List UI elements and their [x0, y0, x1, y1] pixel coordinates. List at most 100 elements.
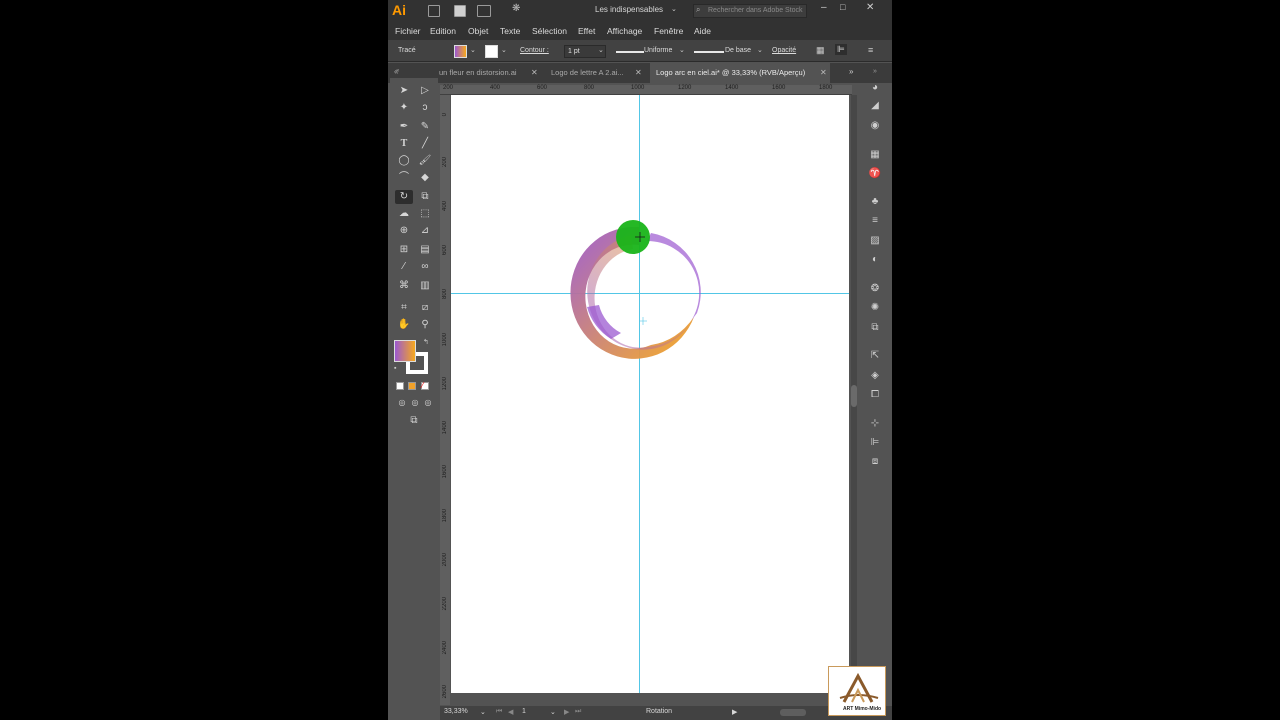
- collapse-dock-icon[interactable]: »: [873, 68, 877, 75]
- menu-fenetre[interactable]: Fenêtre: [654, 26, 683, 36]
- export-icon[interactable]: ⇱: [868, 350, 882, 362]
- rotate-icon[interactable]: ↻: [395, 190, 413, 204]
- brush-label[interactable]: De base: [725, 47, 751, 54]
- minimize-icon[interactable]: –: [821, 2, 827, 13]
- fill-color-swatch[interactable]: [394, 340, 416, 362]
- warp-icon[interactable]: ☁: [396, 207, 412, 221]
- close-icon[interactable]: ✕: [866, 2, 874, 13]
- transparency-icon[interactable]: ◐: [868, 254, 882, 266]
- eraser-icon[interactable]: ◆: [417, 171, 433, 185]
- mesh-icon[interactable]: ⊞: [396, 243, 412, 257]
- menu-selection[interactable]: Sélection: [532, 26, 567, 36]
- close-tab-icon[interactable]: ✕: [635, 68, 642, 77]
- chevron-down-icon[interactable]: ⌄: [598, 46, 604, 54]
- graph-icon[interactable]: ▥: [417, 279, 433, 293]
- tabs-overflow-icon[interactable]: »: [849, 67, 853, 76]
- menu-affichage[interactable]: Affichage: [607, 26, 642, 36]
- brushes-icon[interactable]: ♈: [868, 168, 882, 180]
- gradient-mode-icon[interactable]: [408, 382, 416, 390]
- symbol-sprayer-icon[interactable]: ⌘: [396, 279, 412, 293]
- default-colors-icon[interactable]: ▪: [394, 365, 396, 372]
- gradient-icon[interactable]: ▤: [417, 243, 433, 257]
- image-trace-icon[interactable]: ✺: [868, 302, 882, 314]
- lasso-icon[interactable]: ↄ: [417, 101, 433, 115]
- shaper-icon[interactable]: ⌒: [396, 171, 412, 185]
- chevron-down-icon[interactable]: ⌄: [757, 46, 763, 54]
- status-menu-icon[interactable]: ▶: [732, 708, 737, 716]
- asset-export-icon[interactable]: ⧉: [868, 322, 882, 334]
- stock-icon[interactable]: [454, 5, 466, 17]
- pen-icon[interactable]: ✒: [396, 120, 412, 134]
- blend-icon[interactable]: ∞: [417, 260, 433, 274]
- selection-icon[interactable]: ➤: [396, 84, 412, 98]
- stroke-panel-icon[interactable]: ≡: [868, 215, 882, 227]
- gpu-performance-icon[interactable]: ❋: [512, 3, 520, 14]
- horizontal-scrollbar-thumb[interactable]: [780, 709, 806, 716]
- stroke-label[interactable]: Contour :: [520, 47, 549, 54]
- perspective-icon[interactable]: ⊿: [417, 224, 433, 238]
- menu-aide[interactable]: Aide: [694, 26, 711, 36]
- menu-fichier[interactable]: Fichier: [395, 26, 421, 36]
- appearance-icon[interactable]: ◉: [868, 120, 882, 132]
- stock-search-input[interactable]: Rechercher dans Adobe Stock: [693, 4, 807, 18]
- menu-effet[interactable]: Effet: [578, 26, 595, 36]
- stroke-swatch[interactable]: [485, 45, 498, 58]
- menu-objet[interactable]: Objet: [468, 26, 488, 36]
- curvature-icon[interactable]: ✎: [417, 120, 433, 134]
- vertical-scrollbar[interactable]: [851, 95, 857, 693]
- profile-label[interactable]: Uniforme: [644, 47, 672, 54]
- panel-menu-icon[interactable]: ≡: [868, 45, 873, 55]
- zoom-level[interactable]: 33,33%: [444, 708, 468, 715]
- artboard[interactable]: [451, 95, 849, 693]
- artboard-number[interactable]: 1: [522, 708, 526, 715]
- tab-logo-lettre-a[interactable]: Logo de lettre A 2.ai...: [545, 63, 642, 83]
- scale-icon[interactable]: ⧉: [417, 190, 433, 204]
- none-mode-icon[interactable]: ⁄: [421, 382, 429, 390]
- eyedropper-icon[interactable]: ⁄: [396, 260, 412, 274]
- type-icon[interactable]: T: [396, 137, 412, 151]
- arrange-documents-icon[interactable]: [477, 5, 491, 17]
- swap-colors-icon[interactable]: ↰: [423, 338, 429, 346]
- tab-fleur-distorsion[interactable]: un fleur en distorsion.ai: [433, 63, 537, 83]
- pathfinder-icon[interactable]: ⧈: [868, 456, 882, 468]
- chevron-down-icon[interactable]: ⌄: [480, 708, 486, 716]
- chevron-down-icon[interactable]: ⌄: [470, 46, 476, 54]
- color-panel-icon[interactable]: ◕: [868, 82, 882, 94]
- close-tab-icon[interactable]: ✕: [531, 68, 538, 77]
- scrollbar-thumb[interactable]: [851, 385, 857, 407]
- menu-texte[interactable]: Texte: [500, 26, 520, 36]
- screen-mode-icon[interactable]: ⧉: [406, 414, 422, 428]
- graphic-styles-icon[interactable]: ❂: [868, 283, 882, 295]
- maximize-icon[interactable]: □: [840, 2, 845, 12]
- chevron-down-icon[interactable]: ⌄: [679, 46, 685, 54]
- chevron-down-icon[interactable]: ⌄: [550, 708, 556, 716]
- direct-selection-icon[interactable]: ▷: [417, 84, 433, 98]
- bridge-icon[interactable]: [428, 5, 440, 17]
- draw-inside-icon[interactable]: ◎: [420, 396, 436, 410]
- collapse-toolbar-icon[interactable]: «: [396, 68, 399, 74]
- align-icon[interactable]: ▦: [816, 45, 825, 56]
- layers-icon[interactable]: ◈: [868, 370, 882, 382]
- gradient-panel-icon[interactable]: ▨: [868, 235, 882, 247]
- line-icon[interactable]: ╱: [417, 137, 433, 151]
- slice-icon[interactable]: ⧄: [417, 301, 433, 315]
- prev-artboard-icon[interactable]: ◀: [508, 708, 513, 716]
- tab-logo-arc-en-ciel[interactable]: Logo arc en ciel.ai* @ 33,33% (RVB/Aperç…: [650, 63, 830, 83]
- first-artboard-icon[interactable]: ⏮: [496, 708, 502, 716]
- opacity-label[interactable]: Opacité: [772, 47, 796, 54]
- symbols-icon[interactable]: ♣: [868, 196, 882, 208]
- next-artboard-icon[interactable]: ▶: [564, 708, 569, 716]
- color-guide-icon[interactable]: ◢: [868, 100, 882, 112]
- last-artboard-icon[interactable]: ⏭: [575, 708, 581, 716]
- artboard-icon[interactable]: ⌗: [396, 301, 412, 315]
- align-panel-icon[interactable]: ⊫: [868, 437, 882, 449]
- zoom-icon[interactable]: ⚲: [417, 318, 433, 332]
- free-transform-icon[interactable]: ⬚: [417, 207, 433, 221]
- hand-icon[interactable]: ✋: [396, 318, 412, 332]
- close-tab-icon[interactable]: ✕: [820, 68, 827, 77]
- shape-builder-icon[interactable]: ⊕: [396, 224, 412, 238]
- chevron-down-icon[interactable]: ⌄: [671, 5, 677, 13]
- magic-wand-icon[interactable]: ✦: [396, 101, 412, 115]
- transform-icon[interactable]: ⊫: [835, 44, 847, 55]
- artboards-panel-icon[interactable]: ⧠: [868, 389, 882, 401]
